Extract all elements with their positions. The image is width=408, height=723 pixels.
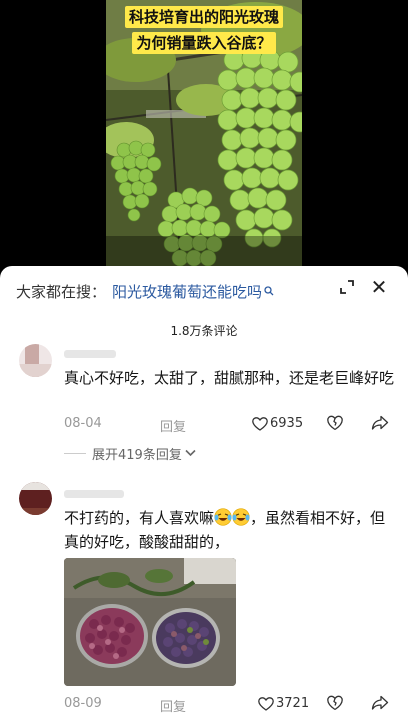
- like-button[interactable]: 3721: [258, 696, 309, 711]
- close-button[interactable]: ✕: [367, 275, 391, 299]
- search-prefix: 大家都在搜：: [16, 282, 107, 301]
- comment-text: 不打药的，有人喜欢嘛 ，虽然看相不好，但真的好吃，酸酸甜甜的，: [64, 506, 394, 554]
- divider: [64, 452, 86, 454]
- share-arrow-icon: [371, 695, 389, 710]
- page: 科技培育出的阳光玫瑰 为何销量跌入谷底？ 大家都在搜： 阳光玫瑰葡萄还能吃吗 ✕…: [0, 0, 408, 723]
- comment-text-part1: 不打药的，有人喜欢嘛: [64, 509, 215, 527]
- video-player[interactable]: 科技培育出的阳光玫瑰 为何销量跌入谷底？: [0, 0, 408, 266]
- dislike-button[interactable]: [327, 695, 343, 715]
- expand-replies-button[interactable]: 展开419条回复: [64, 444, 196, 463]
- chevron-down-icon: [185, 449, 196, 457]
- dislike-button[interactable]: [327, 415, 343, 435]
- caption-line-1: 科技培育出的阳光玫瑰: [124, 6, 283, 28]
- video-caption: 科技培育出的阳光玫瑰 为何销量跌入谷底？: [106, 6, 302, 58]
- broken-heart-icon: [327, 695, 343, 711]
- avatar[interactable]: [19, 482, 52, 515]
- laughing-tears-emoji: [214, 508, 232, 526]
- share-button[interactable]: [371, 415, 389, 435]
- expand-replies-label: 展开419条回复: [92, 447, 182, 463]
- heart-icon: [252, 416, 268, 431]
- heart-icon: [258, 696, 274, 711]
- like-button[interactable]: 6935: [252, 416, 303, 431]
- caption-line-2: 为何销量跌入谷底？: [132, 32, 276, 54]
- like-count: 3721: [276, 696, 310, 711]
- comment-photo[interactable]: [64, 558, 236, 686]
- reply-button[interactable]: 回复: [160, 416, 186, 435]
- comment-count: 1.8万条评论: [170, 324, 238, 338]
- comment-meta: 08-09 回复 3721: [64, 695, 392, 715]
- grapes-in-bowls-image: [64, 558, 236, 686]
- comment-date: 08-09: [64, 696, 102, 711]
- comment-sheet: 大家都在搜： 阳光玫瑰葡萄还能吃吗 ✕ 1.8万条评论 真心不好吃，太甜了，甜腻…: [0, 266, 408, 723]
- broken-heart-icon: [327, 415, 343, 431]
- comment-date: 08-04: [64, 416, 102, 431]
- comment-text: 真心不好吃，太甜了，甜腻那种，还是老巨峰好吃: [64, 369, 395, 387]
- username[interactable]: [64, 490, 124, 498]
- collapse-icon: [340, 280, 354, 294]
- video-frame[interactable]: 科技培育出的阳光玫瑰 为何销量跌入谷底？: [106, 0, 302, 266]
- share-arrow-icon: [371, 415, 389, 430]
- close-icon: ✕: [370, 275, 388, 299]
- share-button[interactable]: [371, 695, 389, 715]
- reply-button[interactable]: 回复: [160, 696, 186, 715]
- like-count: 6935: [270, 416, 304, 431]
- search-icon[interactable]: [264, 286, 274, 296]
- avatar[interactable]: [19, 344, 52, 377]
- username[interactable]: [64, 350, 116, 358]
- laughing-tears-emoji: [232, 508, 250, 526]
- trending-search-link[interactable]: 阳光玫瑰葡萄还能吃吗: [112, 281, 262, 302]
- comment-meta: 08-04 回复 6935: [64, 415, 392, 435]
- collapse-button[interactable]: [335, 275, 359, 299]
